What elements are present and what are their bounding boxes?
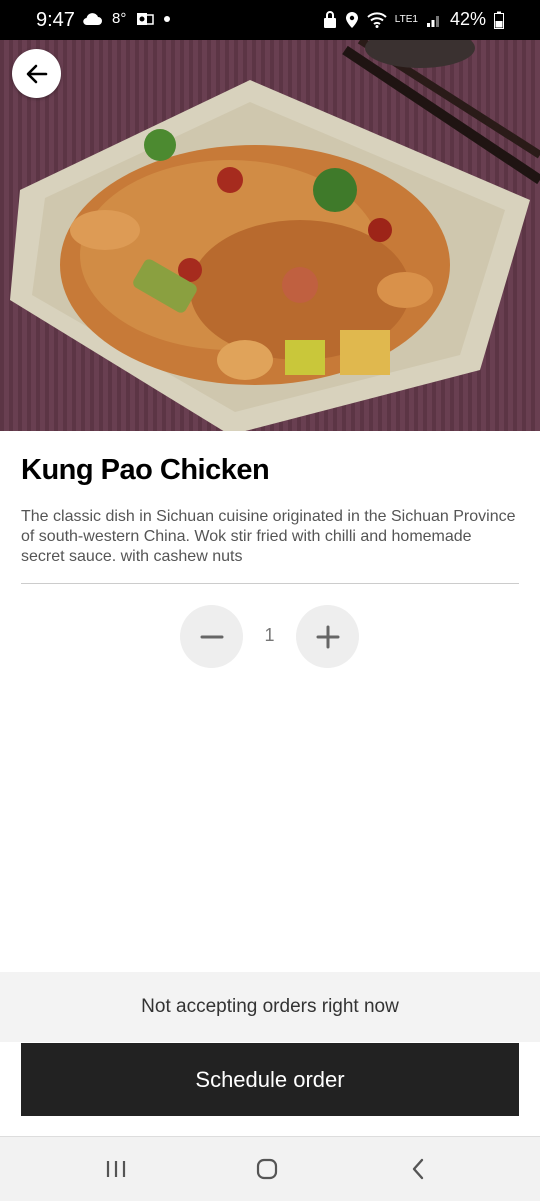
signal-icon bbox=[426, 15, 439, 27]
minus-icon bbox=[200, 635, 223, 638]
back-button[interactable] bbox=[12, 49, 61, 98]
arrow-left-icon bbox=[26, 64, 47, 83]
increase-quantity-button[interactable] bbox=[296, 605, 359, 668]
chevron-left-icon bbox=[412, 1158, 424, 1180]
status-bar: 9:47 8° LTE1 42% bbox=[0, 0, 540, 40]
battery-percent: 42% bbox=[449, 9, 486, 29]
network-type: LTE1 bbox=[394, 14, 418, 25]
notice-text: Not accepting orders right now bbox=[141, 996, 399, 1017]
divider bbox=[21, 583, 519, 584]
system-navigation-bar bbox=[0, 1136, 540, 1201]
wifi-icon bbox=[367, 11, 387, 28]
dish-photo-image bbox=[0, 40, 540, 431]
recent-apps-button[interactable] bbox=[96, 1153, 136, 1185]
status-right-icons: LTE1 42% bbox=[323, 9, 504, 30]
notification-dot-icon bbox=[164, 15, 171, 22]
outlook-icon bbox=[137, 12, 155, 25]
system-back-button[interactable] bbox=[398, 1153, 438, 1185]
schedule-order-button[interactable]: Schedule order bbox=[21, 1043, 519, 1116]
product-title: Kung Pao Chicken bbox=[21, 454, 270, 486]
status-time: 9:47 bbox=[36, 9, 75, 31]
battery-icon bbox=[494, 11, 504, 29]
lock-home-icon bbox=[323, 10, 336, 28]
cloud-icon bbox=[83, 12, 102, 25]
home-icon bbox=[256, 1158, 278, 1180]
ordering-status-notice: Not accepting orders right now bbox=[0, 972, 540, 1042]
home-button[interactable] bbox=[247, 1153, 287, 1185]
recent-apps-icon bbox=[106, 1161, 126, 1177]
dish-photo bbox=[0, 40, 540, 431]
quantity-value: 1 bbox=[264, 625, 275, 645]
status-temperature: 8° bbox=[112, 10, 127, 27]
status-left-icons: 8° bbox=[82, 10, 171, 27]
plus-icon bbox=[316, 625, 339, 648]
decrease-quantity-button[interactable] bbox=[180, 605, 243, 668]
quantity-stepper: 1 bbox=[180, 605, 360, 669]
location-icon bbox=[345, 11, 358, 28]
product-description: The classic dish in Sichuan cuisine orig… bbox=[21, 508, 516, 565]
